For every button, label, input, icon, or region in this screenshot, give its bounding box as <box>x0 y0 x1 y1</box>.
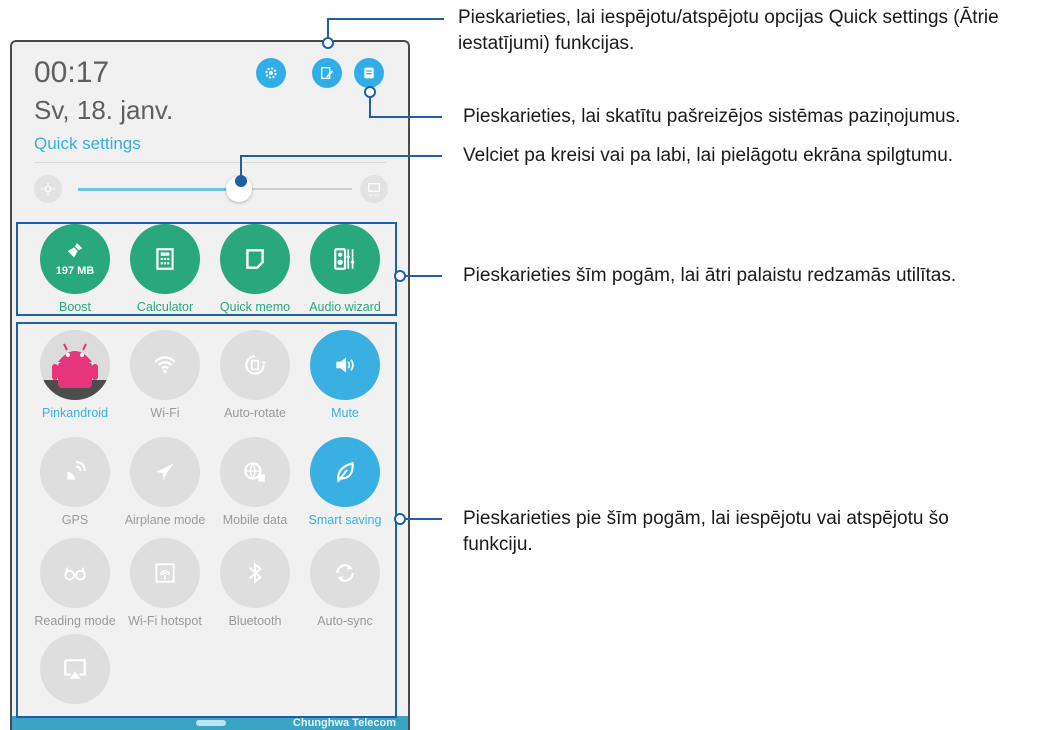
callout-notifications: Pieskarieties, lai skatītu pašreizējos s… <box>463 106 961 127</box>
callout-dot <box>235 175 247 187</box>
callout-toggles: Pieskarieties pie šīm pogām, lai iespējo… <box>463 508 949 555</box>
callout-dot <box>322 37 334 49</box>
toggles-highlight-box <box>16 322 397 718</box>
callout-dot <box>364 86 376 98</box>
notifications-icon <box>364 67 374 79</box>
brightness-track-filled <box>78 188 238 191</box>
drag-handle[interactable] <box>196 720 226 726</box>
utilities-highlight-box <box>16 222 397 316</box>
carrier-label: Chunghwa Telecom <box>292 717 396 729</box>
brightness-auto-label: AUTO <box>369 194 380 198</box>
callout-edit-quick-settings: Pieskarieties, lai iespējotu/atspējotu o… <box>458 7 999 54</box>
brightness-auto-button[interactable]: AUTO <box>360 175 388 203</box>
callout-utilities: Pieskarieties šīm pogām, lai ātri palais… <box>463 265 957 286</box>
callout-line <box>400 275 442 277</box>
notifications-button[interactable] <box>354 58 384 88</box>
quick-settings-title: Quick settings <box>34 134 141 153</box>
edit-quick-settings-icon <box>321 67 333 79</box>
header-divider <box>34 162 386 163</box>
clock-date: Sv, 18. janv. <box>34 95 174 125</box>
callout-dot <box>394 513 406 525</box>
callout-line <box>369 116 442 118</box>
settings-button[interactable] <box>256 58 286 88</box>
callout-brightness: Velciet pa kreisi vai pa labi, lai pielā… <box>463 145 954 166</box>
callout-line <box>400 518 442 520</box>
clock-time: 00:17 <box>34 56 110 89</box>
callout-line <box>240 155 442 157</box>
edit-quick-settings-button[interactable] <box>312 58 342 88</box>
status-bottom-bar: Chunghwa Telecom <box>12 716 408 730</box>
callout-line <box>327 18 444 20</box>
settings-icon <box>265 67 277 79</box>
brightness-low-icon <box>34 175 62 203</box>
brightness-track <box>238 188 352 190</box>
callout-dot <box>394 270 406 282</box>
